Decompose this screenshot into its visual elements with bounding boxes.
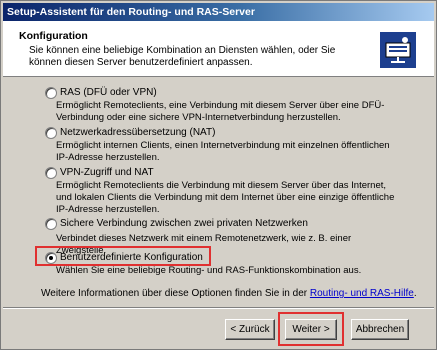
info-suffix: . [413, 288, 417, 299]
info-label: Weitere Informationen über diese Optione… [41, 288, 310, 299]
option-description: Wählen Sie eine beliebige Routing- und R… [56, 265, 362, 276]
highlight-box [35, 246, 211, 266]
radio-nat[interactable] [45, 127, 57, 139]
option-description: Ermöglicht internen Clients, einen Inter… [56, 140, 390, 163]
option-label[interactable]: Netzwerkadressübersetzung (NAT) [60, 127, 215, 138]
option-label[interactable]: Sichere Verbindung zwischen zwei private… [60, 218, 308, 229]
highlight-box [278, 312, 344, 346]
cancel-button[interactable]: Abbrechen [351, 319, 409, 340]
option-description: Ermöglicht Remoteclients die Verbindung … [56, 180, 395, 215]
back-button[interactable]: < Zurück [225, 319, 275, 340]
info-text: Weitere Informationen über diese Optione… [41, 288, 417, 299]
wizard-window: Setup-Assistent für den Routing- und RAS… [0, 0, 437, 350]
option-label[interactable]: VPN-Zugriff und NAT [60, 167, 154, 178]
radio-vpn-nat[interactable] [45, 167, 57, 179]
page-subtitle: Sie können eine beliebige Kombination an… [29, 45, 336, 68]
server-network-icon [380, 32, 416, 68]
window-title: Setup-Assistent für den Routing- und RAS… [3, 3, 434, 21]
page-title: Konfiguration [19, 30, 88, 42]
option-description: Ermöglicht Remoteclients, eine Verbindun… [56, 100, 385, 123]
divider [3, 307, 434, 309]
radio-secure-connection[interactable] [45, 218, 57, 230]
radio-ras[interactable] [45, 87, 57, 99]
help-link[interactable]: Routing- und RAS-Hilfe [310, 288, 414, 299]
option-label[interactable]: RAS (DFÜ oder VPN) [60, 87, 157, 98]
wizard-header: Konfiguration Sie können eine beliebige … [3, 21, 434, 77]
